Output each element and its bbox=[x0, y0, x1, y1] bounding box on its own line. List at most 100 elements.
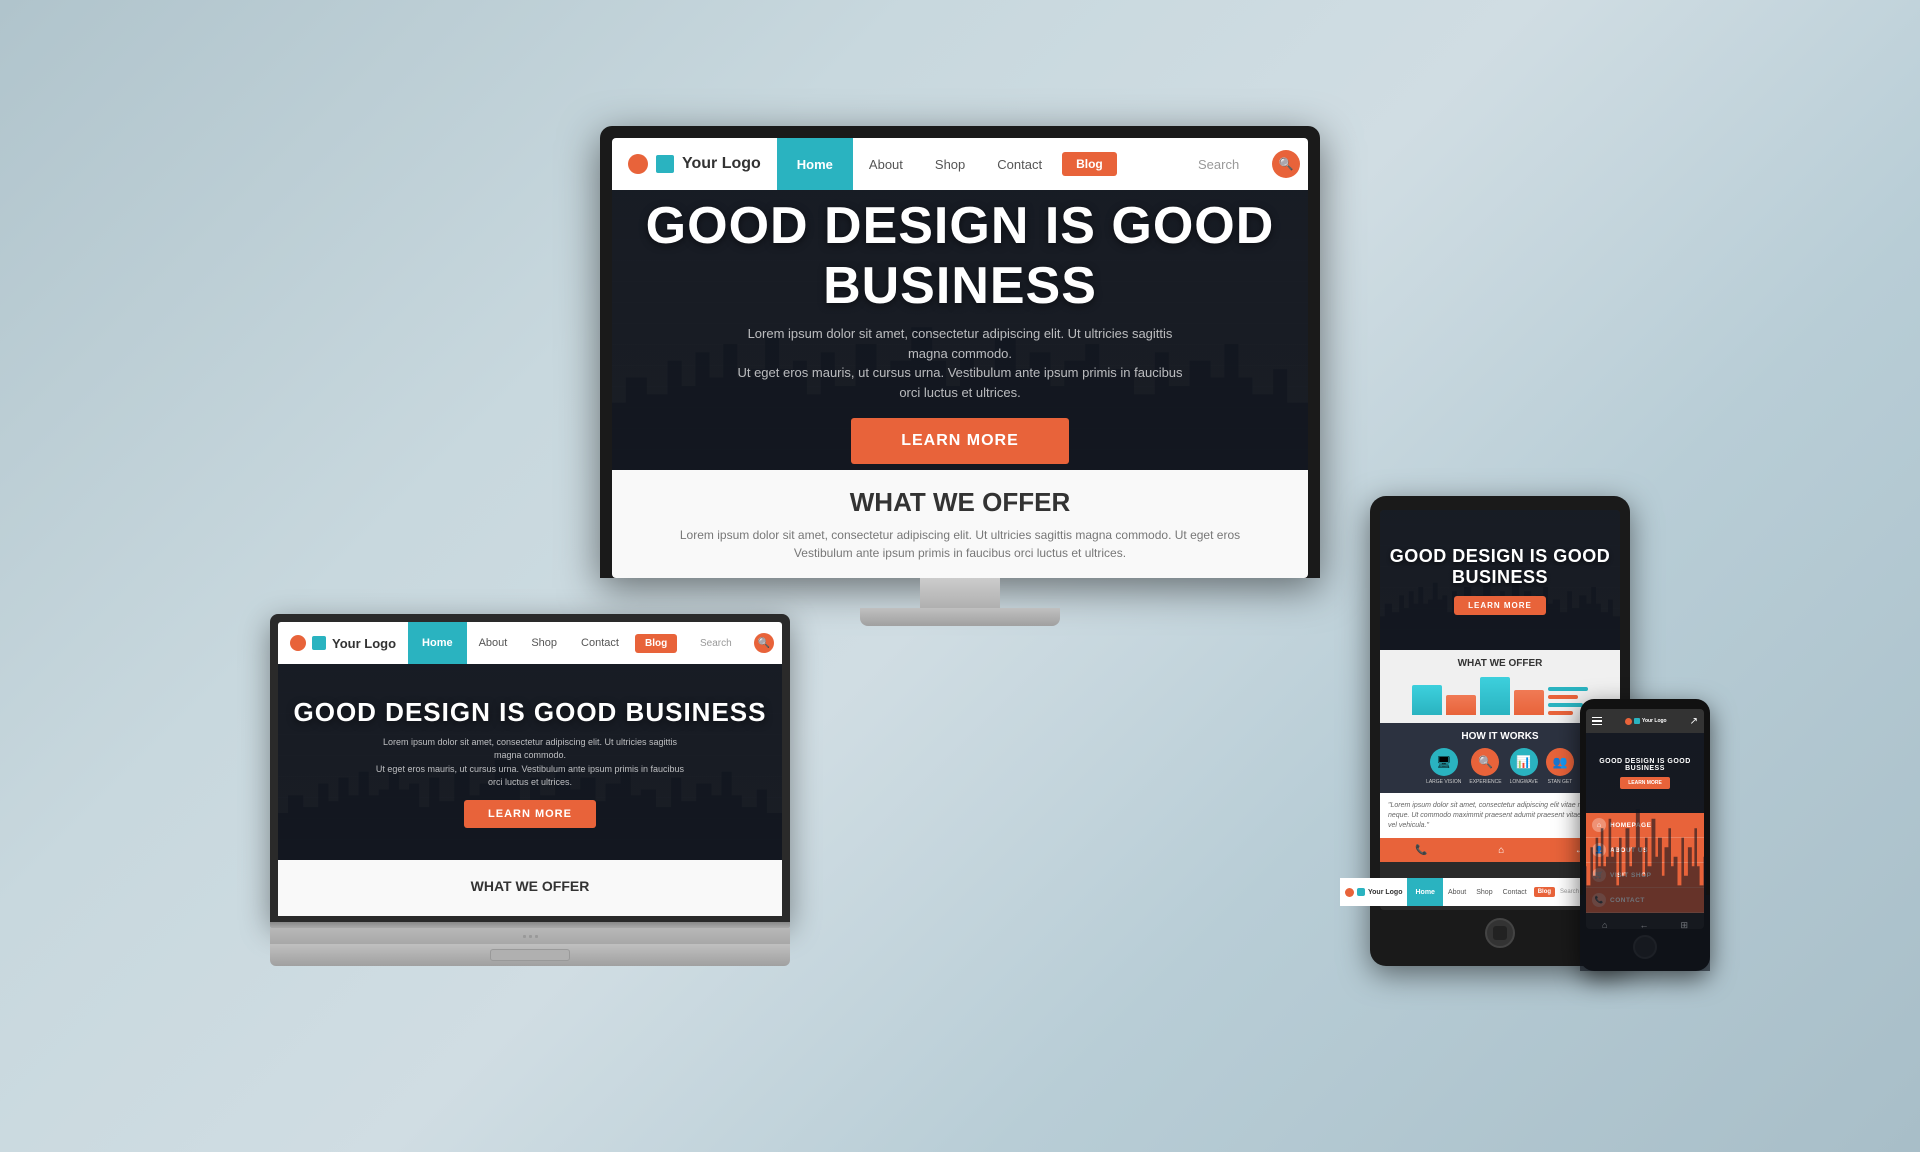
tablet-bottom-phone-icon[interactable]: 📞 bbox=[1415, 845, 1427, 856]
laptop-search-icon[interactable]: 🔍 bbox=[754, 633, 774, 653]
logo-circle-icon bbox=[628, 154, 648, 174]
scene: Your Logo Home About Shop Contact Blog S… bbox=[260, 126, 1660, 1026]
laptop-hero: GOOD DESIGN IS GOOD BUSINESS Lorem ipsum… bbox=[278, 664, 782, 860]
tablet-nav-about[interactable]: About bbox=[1443, 889, 1471, 896]
tablet-home-button[interactable] bbox=[1485, 918, 1515, 948]
phone-logo: Your Logo bbox=[1625, 718, 1667, 725]
tablet-hw-label-1: LARGE VISION bbox=[1426, 779, 1461, 785]
tablet-hw-item-4: 👥 STAN GET bbox=[1546, 748, 1574, 785]
phone-nav: Your Logo ↗ bbox=[1586, 709, 1704, 733]
desktop-nav-about[interactable]: About bbox=[853, 138, 919, 190]
laptop-nav-search: Search 🔍 bbox=[692, 622, 782, 664]
laptop-device: Your Logo Home About Shop Contact Blog S… bbox=[270, 614, 790, 966]
phone-logo-circle-icon bbox=[1625, 718, 1632, 725]
tablet-home-button-inner bbox=[1493, 926, 1507, 940]
desktop-search-placeholder[interactable]: Search bbox=[1198, 157, 1268, 172]
tablet-bar-2 bbox=[1446, 695, 1476, 715]
desktop-logo-text: Your Logo bbox=[682, 155, 761, 173]
desktop-logo-area: Your Logo bbox=[612, 138, 777, 190]
desktop-offer-text: Lorem ipsum dolor sit amet, consectetur … bbox=[680, 526, 1240, 562]
tablet-search-placeholder[interactable]: Search bbox=[1560, 889, 1579, 895]
tablet-hw-label-3: LONGWAVE bbox=[1510, 779, 1538, 785]
laptop-keyboard-dots bbox=[523, 935, 538, 938]
phone-share-icon[interactable]: ↗ bbox=[1690, 716, 1698, 727]
laptop-logo-circle-icon bbox=[290, 635, 306, 651]
laptop-learn-more-button[interactable]: LEARN MORE bbox=[464, 800, 596, 828]
laptop-offer-section: WHAT WE OFFER bbox=[278, 860, 782, 916]
desktop-nav-search: Search 🔍 bbox=[1190, 138, 1308, 190]
phone-menu-about-icon: 👤 bbox=[1592, 843, 1606, 857]
tablet-hw-icon-1: 🖥 bbox=[1430, 748, 1458, 776]
laptop-hero-subtitle: Lorem ipsum dolor sit amet, consectetur … bbox=[370, 736, 690, 790]
desktop-nav-contact[interactable]: Contact bbox=[981, 138, 1058, 190]
tablet-bar-1 bbox=[1412, 685, 1442, 715]
desktop-nav-blog[interactable]: Blog bbox=[1062, 152, 1117, 176]
laptop-search-placeholder[interactable]: Search bbox=[700, 638, 750, 649]
desktop-screen-border: Your Logo Home About Shop Contact Blog S… bbox=[600, 126, 1320, 578]
tablet-nav-contact[interactable]: Contact bbox=[1498, 889, 1532, 896]
desktop-hero: GOOD DESIGN IS GOOD BUSINESS Lorem ipsum… bbox=[612, 190, 1308, 470]
tablet-nav-shop[interactable]: Shop bbox=[1471, 889, 1497, 896]
laptop-hero-title: GOOD DESIGN IS GOOD BUSINESS bbox=[294, 697, 767, 728]
desktop-screen: Your Logo Home About Shop Contact Blog S… bbox=[612, 138, 1308, 578]
tablet-hw-label-4: STAN GET bbox=[1548, 779, 1573, 785]
phone-border: Your Logo ↗ GOOD DESIGN IS GOOD BUSINESS… bbox=[1580, 699, 1710, 971]
desktop-hero-subtitle: Lorem ipsum dolor sit amet, consectetur … bbox=[730, 324, 1190, 402]
tablet-hw-label-2: EXPERIENCE bbox=[1469, 779, 1501, 785]
tablet-offer-chart bbox=[1388, 675, 1612, 715]
tablet-hw-item-2: 🔍 EXPERIENCE bbox=[1469, 748, 1501, 785]
laptop-logo-text: Your Logo bbox=[332, 636, 396, 651]
phone-hero: GOOD DESIGN IS GOOD BUSINESS LEARN MORE bbox=[1586, 733, 1704, 813]
laptop-screen-border: Your Logo Home About Shop Contact Blog S… bbox=[270, 614, 790, 922]
desktop-stand-base bbox=[860, 608, 1060, 626]
desktop-offer-section: WHAT WE OFFER Lorem ipsum dolor sit amet… bbox=[612, 470, 1308, 578]
tablet-hero: GOOD DESIGN IS GOOD BUSINESS LEARN MORE bbox=[1380, 510, 1620, 650]
tablet-learn-more-button[interactable]: LEARN MORE bbox=[1454, 596, 1546, 615]
phone-logo-text: Your Logo bbox=[1642, 718, 1667, 724]
phone-hamburger-icon[interactable] bbox=[1592, 717, 1602, 726]
tablet-logo-text: Your Logo bbox=[1380, 889, 1402, 896]
desktop-nav-shop[interactable]: Shop bbox=[919, 138, 981, 190]
laptop-screen: Your Logo Home About Shop Contact Blog S… bbox=[278, 622, 782, 922]
laptop-nav: Your Logo Home About Shop Contact Blog S… bbox=[278, 622, 782, 664]
phone-menu-homepage-label: HOMEPAGE bbox=[1610, 822, 1651, 829]
phone-device: Your Logo ↗ GOOD DESIGN IS GOOD BUSINESS… bbox=[1580, 699, 1710, 971]
desktop-search-icon[interactable]: 🔍 bbox=[1272, 150, 1300, 178]
laptop-nav-links: Home About Shop Contact Blog bbox=[408, 622, 692, 664]
desktop-nav-links: Home About Shop Contact Blog bbox=[777, 138, 1190, 190]
tablet-hw-item-1: 🖥 LARGE VISION bbox=[1426, 748, 1461, 785]
tablet-nav-home[interactable]: Home bbox=[1407, 878, 1442, 906]
phone-learn-more-button[interactable]: LEARN MORE bbox=[1620, 777, 1670, 789]
phone-hero-title: GOOD DESIGN IS GOOD BUSINESS bbox=[1590, 758, 1700, 772]
tablet-offer-title: WHAT WE OFFER bbox=[1388, 658, 1612, 669]
tablet-hw-item-3: 📊 LONGWAVE bbox=[1510, 748, 1538, 785]
laptop-touchpad bbox=[490, 949, 570, 961]
logo-square-icon bbox=[656, 155, 674, 173]
phone-menu-homepage[interactable]: ⌂ HOMEPAGE bbox=[1586, 813, 1704, 838]
laptop-nav-shop[interactable]: Shop bbox=[519, 622, 569, 664]
tablet-hw-icon-4: 👥 bbox=[1546, 748, 1574, 776]
tablet-hw-icons: 🖥 LARGE VISION 🔍 EXPERIENCE 📊 LONGWAVE bbox=[1388, 748, 1612, 785]
laptop-logo-area: Your Logo bbox=[278, 622, 408, 664]
tablet-bottom-home-icon[interactable]: ⌂ bbox=[1498, 845, 1504, 856]
laptop-keyboard bbox=[270, 928, 790, 944]
laptop-nav-blog[interactable]: Blog bbox=[635, 634, 677, 653]
desktop-stand-neck bbox=[920, 578, 1000, 608]
desktop-nav-home[interactable]: Home bbox=[777, 138, 853, 190]
desktop-device: Your Logo Home About Shop Contact Blog S… bbox=[600, 126, 1320, 626]
tablet-hw-icon-3: 📊 bbox=[1510, 748, 1538, 776]
desktop-learn-more-button[interactable]: LEARN MORE bbox=[851, 418, 1069, 464]
desktop-nav: Your Logo Home About Shop Contact Blog S… bbox=[612, 138, 1308, 190]
tablet-hw-title: HOW IT WORKS bbox=[1388, 731, 1612, 742]
laptop-nav-about[interactable]: About bbox=[467, 622, 520, 664]
desktop-offer-title: WHAT WE OFFER bbox=[850, 487, 1070, 518]
phone-screen: Your Logo ↗ GOOD DESIGN IS GOOD BUSINESS… bbox=[1586, 709, 1704, 929]
laptop-nav-home[interactable]: Home bbox=[408, 622, 467, 664]
laptop-base bbox=[270, 944, 790, 966]
tablet-bar-3 bbox=[1480, 677, 1510, 715]
phone-menu-home-icon: ⌂ bbox=[1592, 818, 1606, 832]
tablet-hw-icon-2: 🔍 bbox=[1471, 748, 1499, 776]
laptop-nav-contact[interactable]: Contact bbox=[569, 622, 631, 664]
tablet-nav-links: Home About Shop Contact Blog bbox=[1407, 878, 1556, 906]
tablet-nav-blog[interactable]: Blog bbox=[1534, 887, 1555, 897]
